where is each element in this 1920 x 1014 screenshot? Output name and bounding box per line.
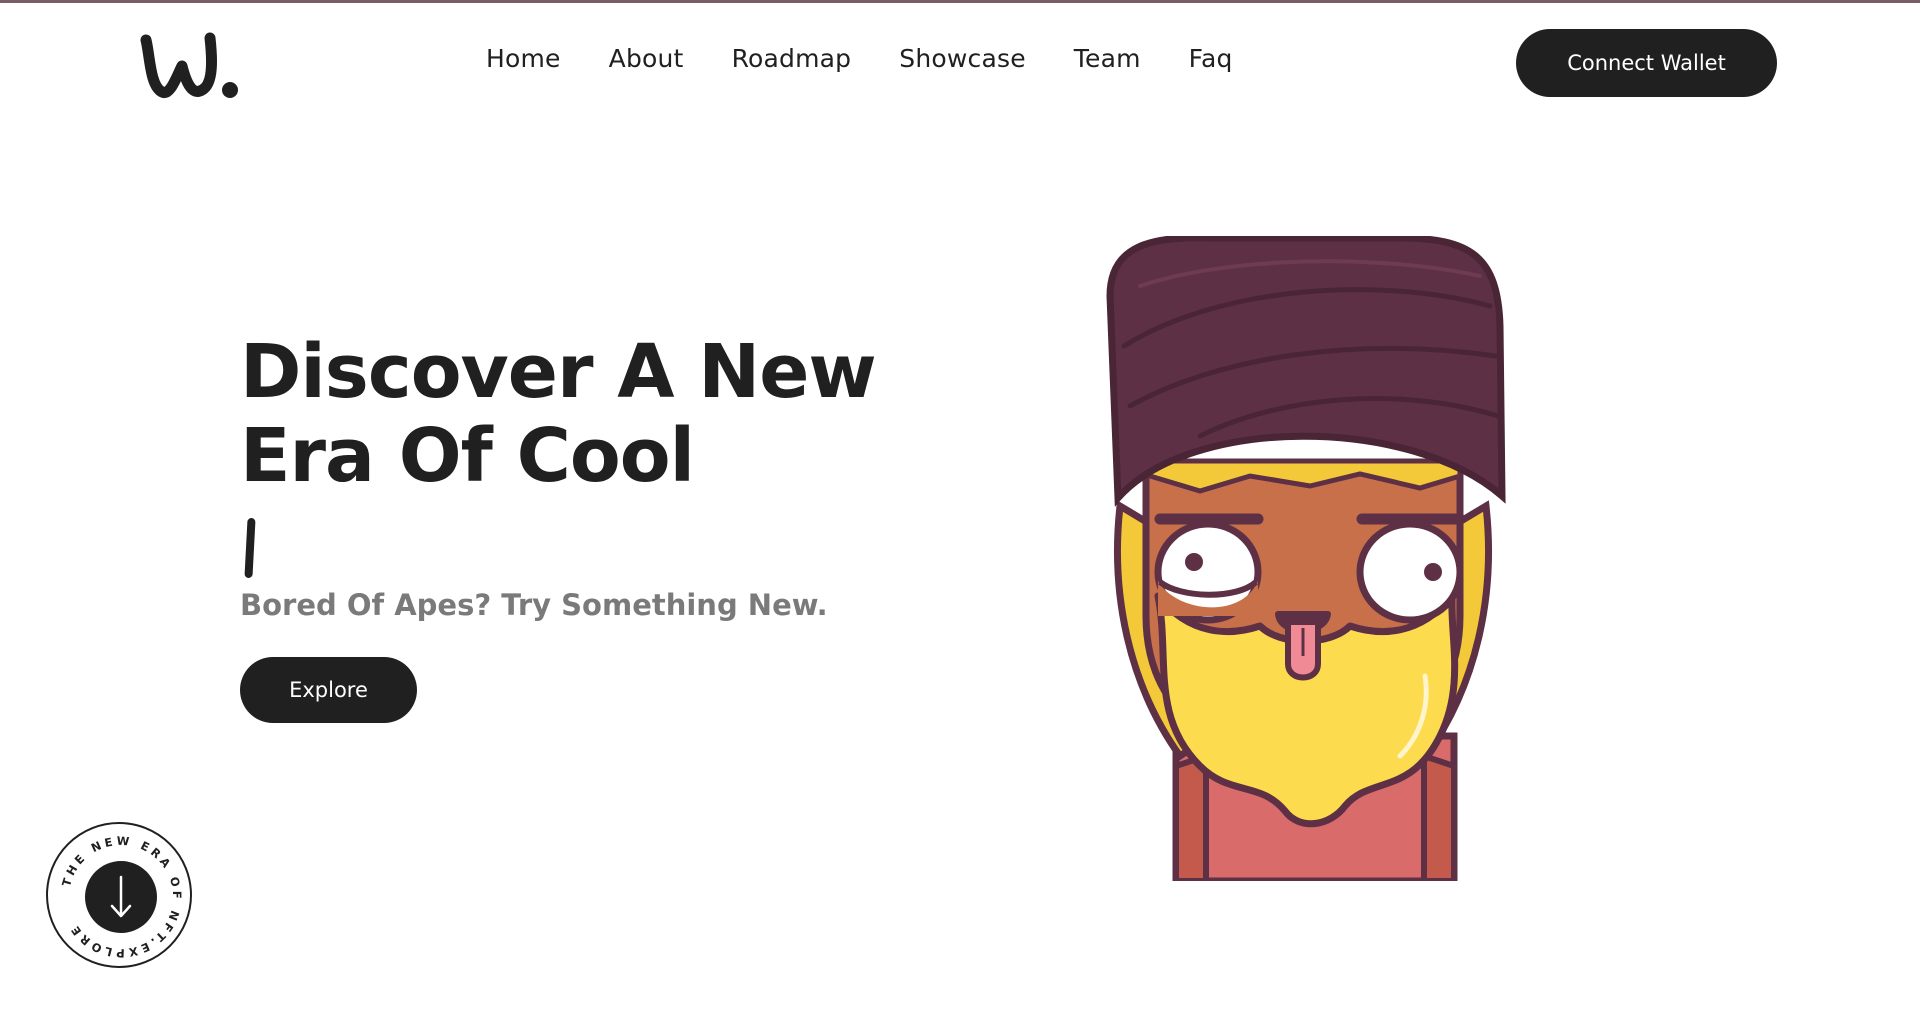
typing-caret	[244, 517, 256, 579]
nav-faq[interactable]: Faq	[1189, 44, 1233, 73]
hero-subtitle: Bored Of Apes? Try Something New.	[240, 588, 828, 622]
connect-wallet-button[interactable]: Connect Wallet	[1516, 29, 1777, 97]
scroll-badge[interactable]: THE NEW ERA OF NFT.EXPLORE	[46, 822, 192, 968]
nft-character-illustration	[1106, 236, 1506, 881]
hero-title: Discover A New Era Of Cool	[240, 330, 890, 498]
nav-team[interactable]: Team	[1074, 44, 1141, 73]
nav-roadmap[interactable]: Roadmap	[732, 44, 852, 73]
site-logo[interactable]	[140, 26, 244, 104]
nav-showcase[interactable]: Showcase	[899, 44, 1026, 73]
nav-home[interactable]: Home	[486, 44, 561, 73]
nav-about[interactable]: About	[609, 44, 684, 73]
arrow-down-icon	[110, 875, 132, 918]
explore-button[interactable]: Explore	[240, 657, 417, 723]
hero-title-line2: Era Of Cool	[240, 413, 695, 499]
badge-center	[85, 861, 157, 933]
hero-title-line1: Discover A New	[240, 329, 877, 415]
top-border	[0, 0, 1920, 3]
main-nav: Home About Roadmap Showcase Team Faq	[486, 44, 1233, 73]
